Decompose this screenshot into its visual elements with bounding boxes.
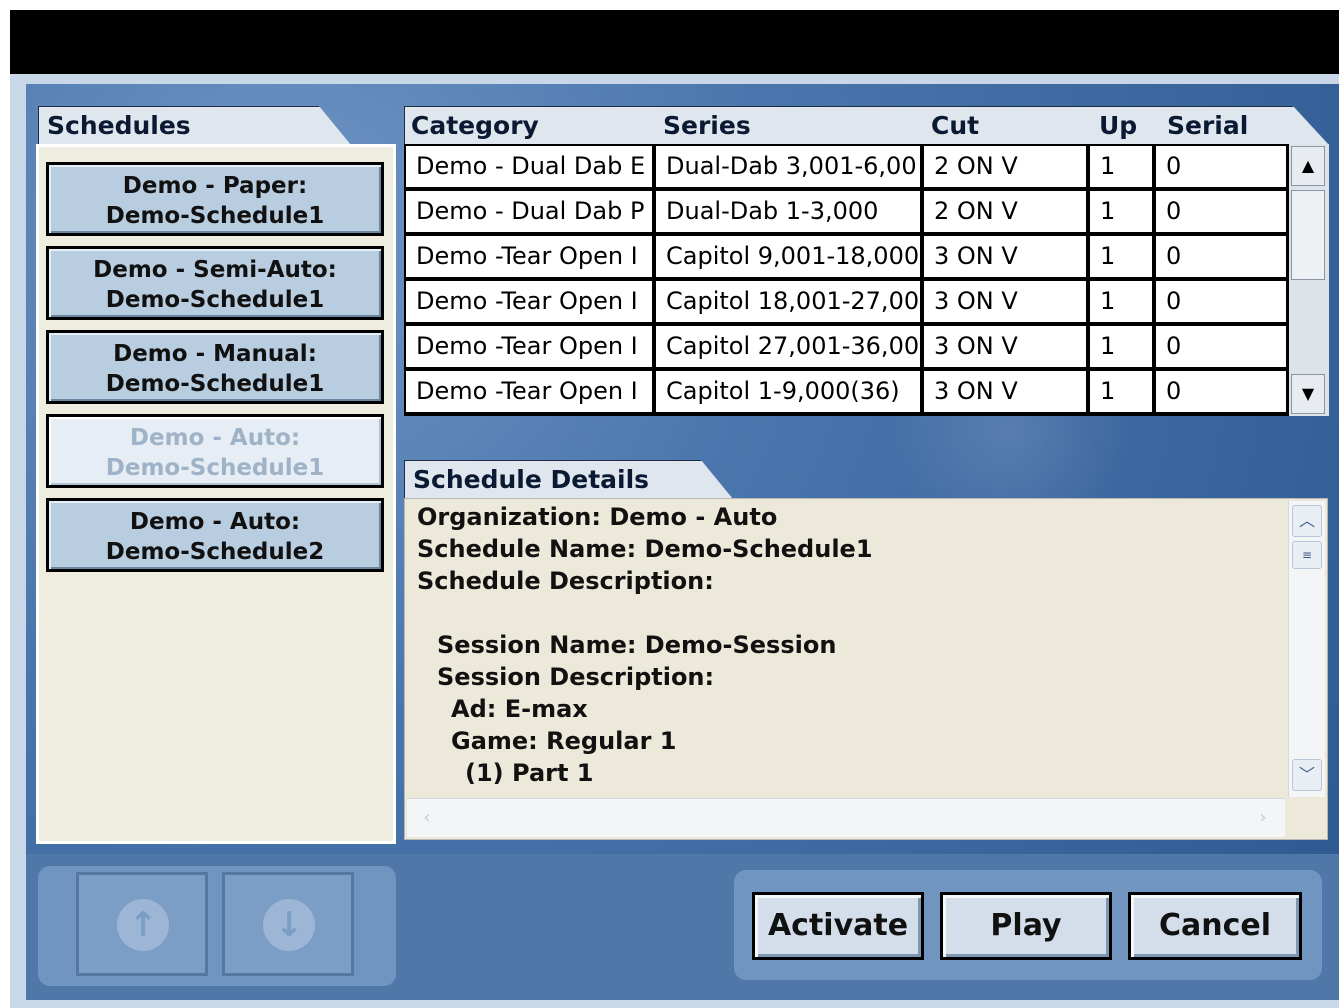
column-header-cut[interactable]: Cut — [931, 111, 979, 140]
table-row[interactable]: Demo -Tear Open I Capitol 9,001-18,000 3… — [404, 234, 1288, 279]
cell-up: 1 — [1090, 236, 1152, 277]
detail-line: Ad: E-max — [451, 695, 588, 723]
table-row[interactable]: Demo -Tear Open I Capitol 27,001-36,00 3… — [404, 324, 1288, 369]
detail-line: Schedule Description: — [417, 567, 714, 595]
cell-up: 1 — [1090, 146, 1152, 187]
cell-serial: 0 — [1156, 236, 1286, 277]
detail-line: Schedule Name: Demo-Schedule1 — [417, 535, 873, 563]
cell-category: Demo -Tear Open I — [406, 371, 652, 412]
move-down-button[interactable]: ↓ — [222, 872, 354, 976]
schedule-button[interactable]: Demo - Manual: Demo-Schedule1 — [46, 330, 384, 404]
schedule-name: Demo-Schedule1 — [105, 371, 325, 397]
column-header-category[interactable]: Category — [411, 111, 539, 140]
schedule-button[interactable]: Demo - Paper: Demo-Schedule1 — [46, 162, 384, 236]
column-header-serial[interactable]: Serial — [1167, 111, 1248, 140]
schedules-tab: Schedules — [38, 106, 351, 145]
schedule-org: Demo - Semi-Auto: — [93, 257, 337, 283]
table-row[interactable]: Demo -Tear Open I Capitol 18,001-27,00 3… — [404, 279, 1288, 324]
schedule-org: Demo - Auto: — [129, 509, 301, 535]
details-vertical-scrollbar[interactable]: ︿ ≡ ﹀ — [1288, 501, 1325, 797]
detail-line: Session Description: — [437, 663, 715, 691]
cell-category: Demo -Tear Open I — [406, 281, 652, 322]
scroll-up-icon[interactable]: ▲ — [1291, 146, 1325, 186]
cell-category: Demo - Dual Dab E — [406, 146, 652, 187]
cell-up: 1 — [1090, 326, 1152, 367]
grid-scrollbar[interactable]: ▲ ▼ — [1288, 144, 1329, 416]
cell-series: Dual-Dab 1-3,000 — [656, 191, 920, 232]
scroll-thumb[interactable] — [1291, 190, 1325, 280]
schedule-name: Demo-Schedule2 — [105, 539, 325, 565]
cell-up: 1 — [1090, 371, 1152, 412]
column-header-up[interactable]: Up — [1099, 111, 1137, 140]
schedule-button[interactable]: Demo - Semi-Auto: Demo-Schedule1 — [46, 246, 384, 320]
cell-cut: 3 ON V — [924, 371, 1086, 412]
schedule-org: Demo - Paper: — [122, 173, 308, 199]
cell-category: Demo - Dual Dab P — [406, 191, 652, 232]
schedule-name: Demo-Schedule1 — [105, 203, 325, 229]
schedule-org: Demo - Auto: — [129, 425, 301, 451]
schedule-name: Demo-Schedule1 — [105, 287, 325, 313]
cell-serial: 0 — [1156, 326, 1286, 367]
detail-line: Session Name: Demo-Session — [437, 631, 837, 659]
scroll-thumb[interactable]: ≡ — [1292, 541, 1322, 569]
arrow-up-icon: ↑ — [117, 899, 169, 951]
table-row[interactable]: Demo -Tear Open I Capitol 1-9,000(36) 3 … — [404, 369, 1288, 414]
cell-serial: 0 — [1156, 281, 1286, 322]
schedules-tab-label: Schedules — [47, 111, 191, 140]
cell-up: 1 — [1090, 281, 1152, 322]
schedule-details-tab: Schedule Details — [404, 460, 733, 499]
chevron-down-icon[interactable]: ﹀ — [1292, 759, 1322, 791]
cell-cut: 2 ON V — [924, 191, 1086, 232]
cell-series: Capitol 9,001-18,000 — [656, 236, 920, 277]
chevron-right-icon[interactable]: › — [1247, 802, 1279, 834]
cancel-button[interactable]: Cancel — [1128, 892, 1302, 960]
activate-button[interactable]: Activate — [752, 892, 924, 960]
details-horizontal-scrollbar[interactable]: ‹ › — [407, 798, 1285, 837]
column-header-series[interactable]: Series — [663, 111, 751, 140]
schedule-button-selected[interactable]: Demo - Auto: Demo-Schedule1 — [46, 414, 384, 488]
cell-series: Dual-Dab 3,001-6,00 — [656, 146, 920, 187]
table-row[interactable]: Demo - Dual Dab E Dual-Dab 3,001-6,00 2 … — [404, 144, 1288, 189]
grid-header: Category Series Cut Up Serial — [404, 106, 1329, 145]
chevron-left-icon[interactable]: ‹ — [411, 802, 443, 834]
schedule-details-panel: Organization: Demo - Auto Schedule Name:… — [404, 498, 1328, 840]
detail-line: Organization: Demo - Auto — [417, 503, 778, 531]
table-row[interactable]: Demo - Dual Dab P Dual-Dab 1-3,000 2 ON … — [404, 189, 1288, 234]
cell-serial: 0 — [1156, 191, 1286, 232]
cell-cut: 3 ON V — [924, 236, 1086, 277]
chevron-up-icon[interactable]: ︿ — [1292, 505, 1322, 537]
title-bar — [10, 10, 1339, 74]
play-button[interactable]: Play — [940, 892, 1112, 960]
cell-cut: 3 ON V — [924, 281, 1086, 322]
scroll-down-icon[interactable]: ▼ — [1291, 374, 1325, 414]
cell-category: Demo -Tear Open I — [406, 236, 652, 277]
cell-cut: 3 ON V — [924, 326, 1086, 367]
arrow-down-icon: ↓ — [263, 899, 315, 951]
cell-series: Capitol 27,001-36,00 — [656, 326, 920, 367]
detail-line: (1) Part 1 — [465, 759, 594, 787]
cell-cut: 2 ON V — [924, 146, 1086, 187]
cell-serial: 0 — [1156, 371, 1286, 412]
cell-serial: 0 — [1156, 146, 1286, 187]
schedule-details-tab-label: Schedule Details — [413, 465, 650, 494]
cell-up: 1 — [1090, 191, 1152, 232]
schedule-org: Demo - Manual: — [113, 341, 317, 367]
schedule-button[interactable]: Demo - Auto: Demo-Schedule2 — [46, 498, 384, 572]
series-grid: Demo - Dual Dab E Dual-Dab 3,001-6,00 2 … — [404, 144, 1288, 416]
detail-line: Game: Regular 1 — [451, 727, 677, 755]
cell-series: Capitol 18,001-27,00 — [656, 281, 920, 322]
cell-category: Demo -Tear Open I — [406, 326, 652, 367]
move-up-button[interactable]: ↑ — [76, 872, 208, 976]
cell-series: Capitol 1-9,000(36) — [656, 371, 920, 412]
schedule-name: Demo-Schedule1 — [105, 455, 325, 481]
